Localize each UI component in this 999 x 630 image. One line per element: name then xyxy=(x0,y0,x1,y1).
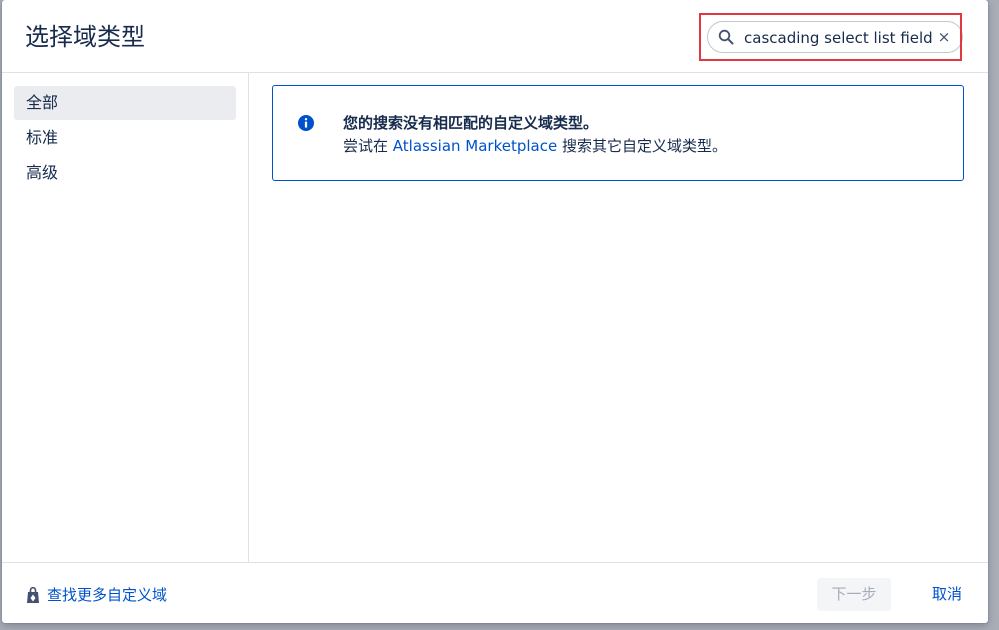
field-type-category-nav: 全部 标准 高级 xyxy=(2,73,249,562)
find-more-custom-fields-link[interactable]: 查找更多自定义域 xyxy=(25,584,167,606)
search-highlight-box xyxy=(699,13,962,61)
dialog-footer: 查找更多自定义域 下一步 取消 xyxy=(2,562,988,623)
no-results-hint: 尝试在 Atlassian Marketplace 搜索其它自定义域类型。 xyxy=(343,136,727,156)
select-field-type-dialog: 选择域类型 cascading select list field × 全部 标… xyxy=(2,0,988,623)
no-results-message: 您的搜索没有相匹配的自定义域类型。 尝试在 Atlassian Marketpl… xyxy=(272,85,964,181)
cancel-button[interactable]: 取消 xyxy=(927,578,967,611)
dialog-header: 选择域类型 cascading select list field × xyxy=(2,0,988,73)
nav-item-advanced[interactable]: 高级 xyxy=(14,156,236,190)
info-icon xyxy=(298,115,314,131)
next-button[interactable]: 下一步 xyxy=(817,578,891,611)
find-more-label: 查找更多自定义域 xyxy=(47,586,168,604)
marketplace-link[interactable]: Atlassian Marketplace xyxy=(393,137,557,155)
shopping-bag-icon xyxy=(27,586,39,603)
no-results-title: 您的搜索没有相匹配的自定义域类型。 xyxy=(343,114,599,132)
nav-item-all[interactable]: 全部 xyxy=(14,86,236,120)
hint-suffix: 搜索其它自定义域类型。 xyxy=(557,137,727,155)
dialog-title: 选择域类型 xyxy=(25,23,145,51)
hint-prefix: 尝试在 xyxy=(343,137,393,155)
nav-item-standard[interactable]: 标准 xyxy=(14,121,236,155)
field-type-results: 您的搜索没有相匹配的自定义域类型。 尝试在 Atlassian Marketpl… xyxy=(249,73,988,562)
